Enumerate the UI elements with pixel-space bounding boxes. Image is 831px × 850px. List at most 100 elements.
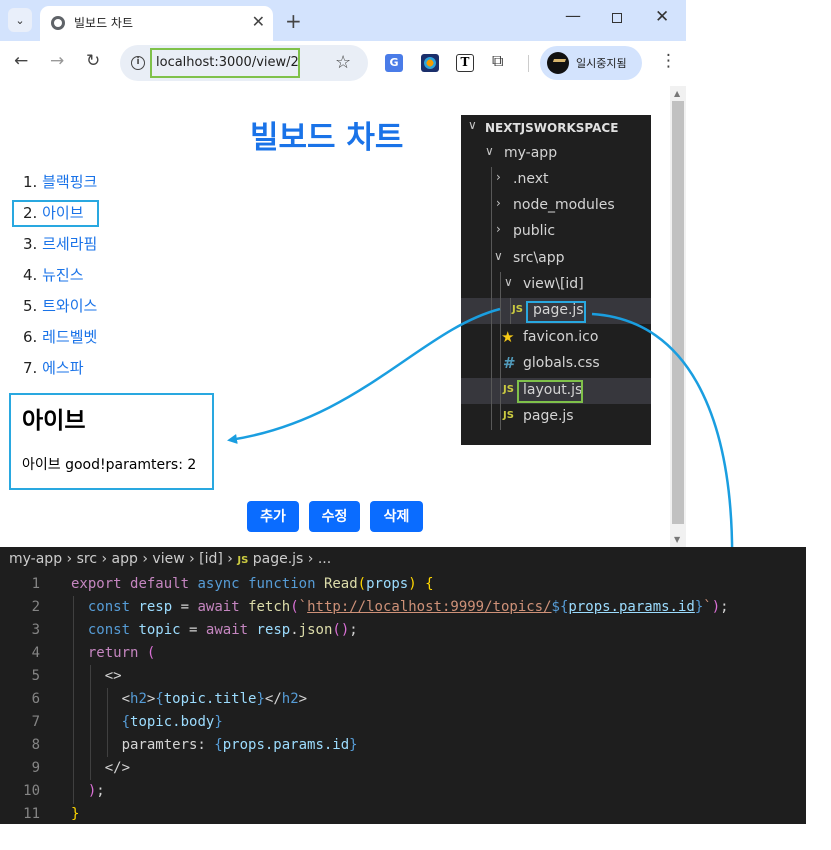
folder-public[interactable]: › public (461, 219, 651, 245)
topic-link[interactable]: 블랙핑크 (42, 173, 97, 191)
tree-indent-guide (500, 272, 501, 430)
breadcrumb-item[interactable]: src (77, 551, 97, 567)
detail-title: 아이브 (22, 408, 86, 434)
layout-js-highlight (517, 380, 583, 403)
line-number: 3 (31, 622, 40, 638)
explorer-root[interactable]: ∨ NEXTJSWORKSPACE (461, 115, 651, 141)
line-number: 2 (31, 599, 40, 615)
code-line: 7 {topic.body} (0, 711, 806, 734)
chevron-down-icon: ∨ (504, 275, 513, 289)
globe-icon (51, 16, 65, 30)
code-line: 3 const topic = await resp.json(); (0, 619, 806, 642)
breadcrumb-item[interactable]: ... (318, 551, 331, 567)
topic-link[interactable]: 에스파 (42, 359, 83, 377)
page-title[interactable]: 빌보드 차트 (250, 112, 403, 157)
folder-src-app[interactable]: ∨ src\app (461, 246, 651, 272)
file-label: globals.css (523, 355, 600, 371)
folder-label: my-app (504, 145, 558, 161)
topic-link[interactable]: 트와이스 (42, 297, 97, 315)
edit-button[interactable]: 수정 (309, 501, 360, 532)
line-number: 4 (31, 645, 40, 661)
folder-node-modules[interactable]: › node_modules (461, 193, 651, 219)
code-line: 10 ); (0, 780, 806, 803)
toolbar-divider (528, 55, 529, 72)
folder-view-id[interactable]: ∨ view\[id] (461, 272, 651, 298)
scrollbar-thumb[interactable] (672, 101, 684, 524)
bookmark-star-icon[interactable]: ☆ (335, 52, 351, 73)
chevron-right-icon: › (496, 196, 501, 210)
active-topic-highlight (12, 200, 99, 227)
indent-guide (107, 688, 108, 757)
topic-link[interactable]: 르세라핌 (42, 235, 97, 253)
line-number: 9 (31, 760, 40, 776)
breadcrumb-item[interactable]: page.js (253, 551, 304, 567)
new-tab-button[interactable]: + (285, 9, 302, 33)
code-line: 4 return ( (0, 642, 806, 665)
javascript-file-icon: JS (237, 555, 249, 566)
tree-indent-guide (510, 298, 511, 324)
line-number: 7 (31, 714, 40, 730)
item-number: 3. (23, 235, 43, 253)
code-line: 8 paramters: {props.params.id} (0, 734, 806, 757)
file-app-page-js[interactable]: JS page.js (461, 404, 651, 430)
line-number: 1 (31, 576, 40, 592)
list-item: 4. 뉴진스 (23, 264, 97, 295)
tab-search-chevron-icon[interactable]: ⌄ (8, 8, 32, 32)
tab-bar: ⌄ 빌보드 차트 ✕ + — ✕ (0, 0, 686, 41)
forward-arrow-icon[interactable]: → (50, 51, 64, 71)
delete-button[interactable]: 삭제 (370, 501, 423, 532)
breadcrumb-item[interactable]: view (152, 551, 184, 567)
indent-guide (90, 665, 91, 780)
indent-guide (73, 596, 74, 804)
globe-extension-icon[interactable] (421, 54, 439, 72)
folder-my-app[interactable]: ∨ my-app (461, 141, 651, 167)
item-number: 6. (23, 328, 43, 346)
file-label: favicon.ico (523, 329, 599, 345)
code-line: 5 <> (0, 665, 806, 688)
folder-label: view\[id] (523, 276, 584, 292)
address-bar[interactable]: i localhost:3000/view/2 ☆ (120, 45, 368, 81)
vertical-scrollbar[interactable]: ▲ ▼ (670, 86, 686, 547)
text-extension-icon[interactable]: T (456, 54, 474, 72)
folder-label: node_modules (513, 197, 615, 213)
list-item: 7. 에스파 (23, 357, 97, 388)
chevron-down-icon: ∨ (494, 249, 503, 263)
breadcrumb-item[interactable]: app (112, 551, 138, 567)
code-line: 1 export default async function Read(prop… (0, 573, 806, 596)
code-line: 11} (0, 803, 806, 826)
translate-extension-icon[interactable]: G (385, 54, 403, 72)
minimize-icon[interactable]: — (565, 6, 581, 25)
profile-button[interactable]: 일시중지됨 (540, 46, 642, 80)
topic-link[interactable]: 레드벨벳 (42, 328, 97, 346)
javascript-file-icon: JS (503, 384, 514, 395)
site-info-icon[interactable]: i (131, 56, 145, 70)
extensions-puzzle-icon[interactable]: ⧉ (492, 51, 510, 70)
list-item: 1. 블랙핑크 (23, 171, 97, 202)
file-favicon[interactable]: ★ favicon.ico (461, 325, 651, 351)
detail-body: 아이브 good!paramters: 2 (22, 457, 197, 473)
scroll-up-icon[interactable]: ▲ (674, 89, 680, 98)
javascript-file-icon: JS (503, 410, 514, 421)
topic-link[interactable]: 뉴진스 (42, 266, 83, 284)
add-button[interactable]: 추가 (247, 501, 299, 532)
breadcrumb-item[interactable]: [id] (199, 551, 223, 567)
back-arrow-icon[interactable]: ← (14, 51, 28, 71)
file-globals-css[interactable]: # globals.css (461, 351, 651, 377)
scroll-down-icon[interactable]: ▼ (674, 535, 680, 544)
line-number: 6 (31, 691, 40, 707)
line-number: 10 (23, 783, 40, 799)
code-area[interactable]: 1 export default async function Read(prop… (0, 573, 806, 826)
kebab-menu-icon[interactable]: ⋮ (660, 51, 677, 71)
item-number: 1. (23, 173, 43, 191)
page-js-highlight (526, 301, 586, 323)
browser-tab[interactable]: 빌보드 차트 ✕ (40, 6, 273, 41)
code-line: 2 const resp = await fetch(`http://local… (0, 596, 806, 619)
url-text[interactable]: localhost:3000/view/2 (150, 48, 300, 78)
window-close-icon[interactable]: ✕ (655, 7, 669, 27)
folder-next[interactable]: › .next (461, 167, 651, 193)
breadcrumb-item[interactable]: my-app (9, 551, 62, 567)
maximize-icon[interactable] (612, 13, 622, 23)
reload-icon[interactable]: ↻ (86, 51, 100, 71)
tab-title: 빌보드 차트 (74, 16, 134, 30)
tab-close-icon[interactable]: ✕ (252, 12, 265, 31)
